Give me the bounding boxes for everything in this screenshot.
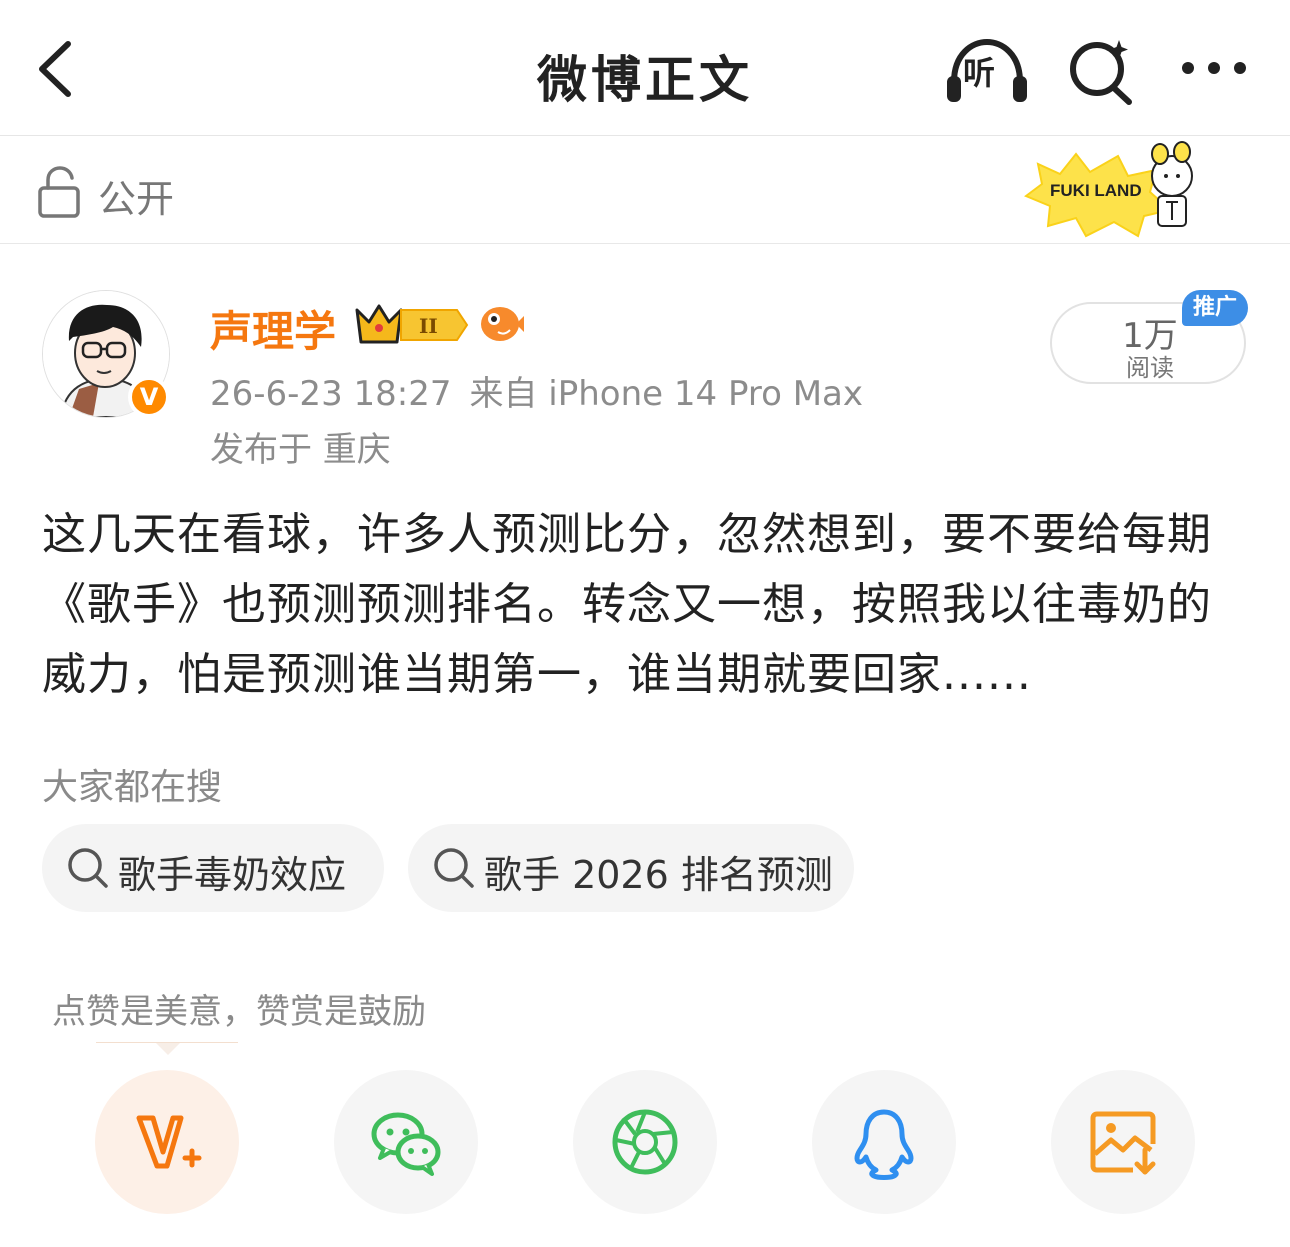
listen-label: 听 [963, 54, 996, 92]
author-name[interactable]: 声理学 [210, 298, 336, 359]
post-meta: 26-6-23 18:27 来自 iPhone 14 Pro Max [210, 366, 863, 415]
search-chip-label: 歌手毒奶效应 [118, 853, 347, 897]
post-text: 这几天在看球，许多人预测比分，忽然想到，要不要给每期《歌手》也预测预测排名。转念… [42, 509, 1212, 700]
top-nav-bar: 微博正文 听 [0, 0, 1290, 136]
verified-badge: V [128, 376, 170, 418]
member-level-badge-icon[interactable]: II [355, 302, 471, 348]
reward-button[interactable] [95, 1070, 239, 1214]
share-moments-button[interactable] [573, 1070, 717, 1214]
share-qq-button[interactable] [812, 1070, 956, 1214]
unlock-icon [38, 166, 80, 218]
search-icon [68, 848, 108, 888]
read-count-label: 阅读 [1126, 354, 1174, 382]
wechat-icon [371, 1112, 441, 1176]
search-chip[interactable]: 歌手 2026 排名预测 [408, 824, 854, 912]
moments-icon [612, 1109, 678, 1175]
visibility-row: 公开 FUKI LAND [0, 136, 1290, 244]
post-location: 发布于 重庆 [210, 430, 391, 470]
fish-medal-icon[interactable] [478, 302, 524, 346]
qq-icon [854, 1109, 914, 1180]
search-chip[interactable]: 歌手毒奶效应 [42, 824, 384, 912]
save-image-icon [1090, 1111, 1156, 1175]
trending-search-title: 大家都在搜 [42, 767, 223, 808]
post-source: 来自 iPhone 14 Pro Max [469, 374, 864, 414]
more-options-icon[interactable] [1180, 50, 1250, 86]
level-badge-text: II [419, 314, 438, 338]
fuki-land-sticker: FUKI LAND [1024, 141, 1193, 238]
post-time: 26-6-23 18:27 [210, 374, 452, 414]
reward-v-plus-icon [136, 1115, 202, 1169]
search-chip-label: 歌手 2026 排名预测 [484, 853, 833, 897]
sticker-text: FUKI LAND [1050, 181, 1142, 200]
visibility-label: 公开 [98, 177, 175, 221]
tip-pointer [156, 1043, 180, 1055]
promote-badge[interactable]: 推广 [1182, 290, 1248, 326]
reward-tip: 点赞是美意，赞赏是鼓励 [52, 992, 426, 1032]
search-icon[interactable] [1066, 36, 1136, 106]
search-icon [434, 848, 474, 888]
listen-button[interactable]: 听 [944, 36, 1030, 104]
share-wechat-button[interactable] [334, 1070, 478, 1214]
save-image-button[interactable] [1051, 1070, 1195, 1214]
